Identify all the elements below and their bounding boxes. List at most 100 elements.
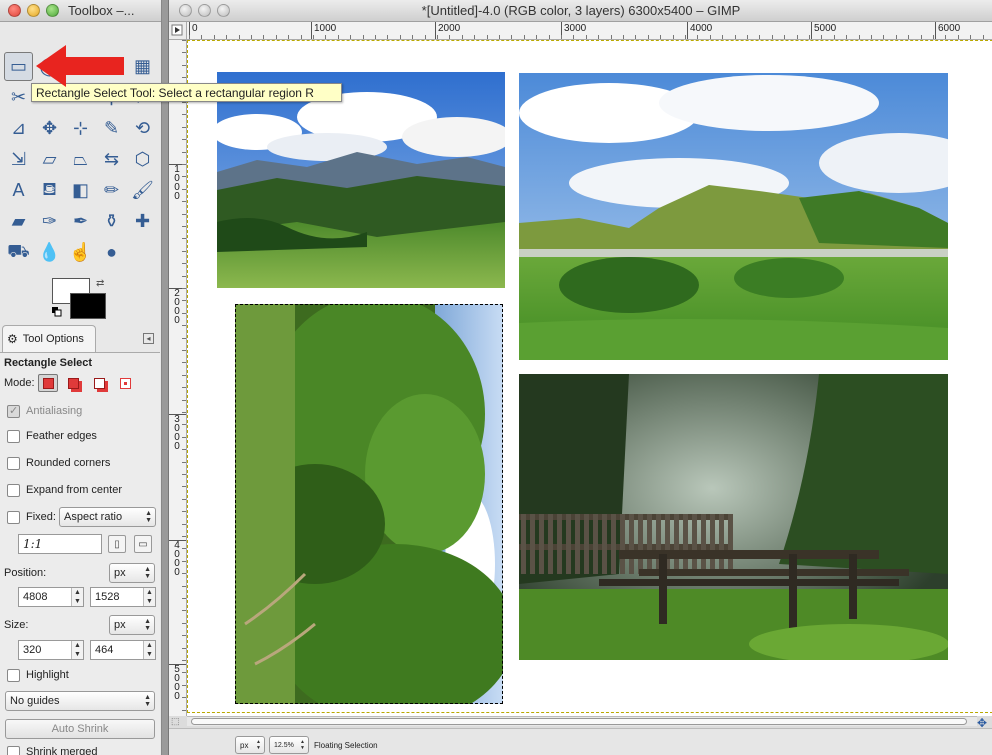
photo-green-hills[interactable] bbox=[519, 73, 948, 360]
shrink-merged-checkbox[interactable] bbox=[7, 746, 20, 755]
minimize-icon[interactable] bbox=[198, 4, 211, 17]
minimize-icon[interactable] bbox=[27, 4, 40, 17]
position-unit-select[interactable]: px ▲ ▼ bbox=[109, 563, 155, 583]
ratio-input[interactable]: 1:1 bbox=[18, 534, 102, 554]
close-icon[interactable] bbox=[179, 4, 192, 17]
ruler-minor-tick bbox=[883, 35, 884, 39]
ink-icon[interactable]: ✒ bbox=[66, 207, 95, 236]
rectangle-selection[interactable] bbox=[235, 304, 503, 704]
paintbrush-icon[interactable]: 🖌 bbox=[128, 176, 157, 205]
guides-select[interactable]: No guides ▲ ▼ bbox=[5, 691, 155, 711]
size-width-input[interactable]: 320 ▲ ▼ bbox=[18, 640, 84, 660]
size-height-input[interactable]: 464 ▲ ▼ bbox=[90, 640, 156, 660]
perspective-icon[interactable]: ⏢ bbox=[66, 145, 95, 174]
auto-shrink-button[interactable]: Auto Shrink bbox=[5, 719, 155, 739]
zoom-window-icon[interactable] bbox=[46, 4, 59, 17]
ruler-minor-tick bbox=[710, 35, 711, 39]
bucket-fill-icon[interactable]: ⛾ bbox=[35, 176, 64, 205]
ruler-minor-tick bbox=[325, 35, 326, 39]
eraser-icon[interactable]: ▰ bbox=[4, 207, 33, 236]
cage-transform-icon[interactable]: ⬡ bbox=[128, 145, 157, 174]
highlight-checkbox[interactable] bbox=[7, 669, 20, 682]
ruler-minor-tick bbox=[182, 610, 186, 611]
landscape-icon[interactable]: ▭ bbox=[134, 535, 152, 553]
ruler-minor-tick bbox=[970, 35, 971, 39]
dodge-burn-icon[interactable]: ● bbox=[97, 238, 126, 267]
mode-replace-button[interactable] bbox=[38, 374, 58, 392]
vertical-ruler[interactable]: 1 0 0 0 2 0 0 0 3 0 0 0 4 0 0 0 5 0 0 0 bbox=[169, 40, 187, 716]
tab-tool-options[interactable]: ⚙ Tool Options bbox=[2, 325, 96, 352]
default-colors-icon[interactable] bbox=[52, 307, 62, 317]
spin-arrows-icon[interactable]: ▲ ▼ bbox=[143, 641, 155, 659]
swap-colors-icon[interactable]: ⇄ bbox=[96, 278, 104, 289]
horizontal-ruler[interactable]: 0 1000 2000 3000 4000 5000 6000 bbox=[187, 22, 992, 40]
move-icon[interactable]: ✥ bbox=[35, 114, 64, 143]
image-canvas[interactable] bbox=[187, 40, 992, 716]
mode-subtract-button[interactable] bbox=[89, 374, 109, 392]
size-unit-select[interactable]: px ▲ ▼ bbox=[109, 615, 155, 635]
crop-icon[interactable]: ✎ bbox=[97, 114, 126, 143]
photo-mountains[interactable] bbox=[217, 72, 505, 288]
fixed-mode-select[interactable]: Aspect ratio ▲ ▼ bbox=[59, 507, 156, 527]
airbrush-icon[interactable]: ✑ bbox=[35, 207, 64, 236]
scale-icon[interactable]: ⇲ bbox=[4, 145, 33, 174]
position-label: Position: bbox=[4, 567, 47, 579]
pencil-icon[interactable]: ✏ bbox=[97, 176, 126, 205]
perspective-clone-icon[interactable]: ⛟ bbox=[4, 238, 33, 267]
scissors-select-icon[interactable]: ✂ bbox=[4, 83, 33, 112]
mode-add-button[interactable] bbox=[63, 374, 83, 392]
blur-icon[interactable]: 💧 bbox=[35, 238, 64, 267]
position-x-input[interactable]: 4808 ▲ ▼ bbox=[18, 587, 84, 607]
ruler-minor-tick bbox=[182, 288, 186, 289]
quick-mask-icon[interactable]: ⬚ bbox=[171, 716, 185, 728]
smudge-icon[interactable]: ☝ bbox=[66, 238, 95, 267]
status-zoom-select[interactable]: 12.5% ▲ ▼ bbox=[269, 736, 309, 754]
rect-select-icon[interactable]: ▭ bbox=[4, 52, 33, 81]
text-icon[interactable]: A bbox=[4, 176, 33, 205]
ruler-label: 4000 bbox=[690, 23, 713, 34]
mode-intersect-button[interactable] bbox=[115, 374, 135, 392]
ruler-minor-tick bbox=[958, 35, 959, 39]
antialiasing-checkbox[interactable] bbox=[7, 404, 20, 418]
status-unit-select[interactable]: px ▲ ▼ bbox=[235, 736, 265, 754]
heal-icon[interactable]: ✚ bbox=[128, 207, 157, 236]
photo-picnic-table[interactable] bbox=[519, 374, 948, 660]
rounded-corners-checkbox[interactable] bbox=[7, 457, 20, 470]
ruler-minor-tick bbox=[425, 35, 426, 39]
fixed-label: Fixed: bbox=[26, 511, 56, 523]
menu-arrow-icon[interactable] bbox=[169, 22, 187, 40]
horizontal-scrollbar[interactable] bbox=[187, 716, 977, 726]
ruler-minor-tick bbox=[449, 35, 450, 39]
ruler-minor-tick bbox=[182, 511, 186, 512]
ruler-minor-tick bbox=[226, 35, 227, 39]
spin-arrows-icon[interactable]: ▲ ▼ bbox=[143, 588, 155, 606]
measure-icon[interactable]: ⊿ bbox=[4, 114, 33, 143]
ruler-minor-tick bbox=[573, 35, 574, 39]
scrollbar-thumb[interactable] bbox=[191, 718, 967, 725]
navigate-icon[interactable]: ✥ bbox=[977, 716, 992, 730]
expand-from-center-checkbox[interactable] bbox=[7, 484, 20, 497]
ruler-minor-tick bbox=[182, 536, 186, 537]
ruler-minor-tick bbox=[182, 201, 186, 202]
fixed-checkbox[interactable] bbox=[7, 511, 20, 524]
ruler-minor-tick bbox=[586, 35, 587, 39]
portrait-icon[interactable]: ▯ bbox=[108, 535, 126, 553]
flip-icon[interactable]: ⇆ bbox=[97, 145, 126, 174]
spin-arrows-icon[interactable]: ▲ ▼ bbox=[71, 588, 83, 606]
tab-menu-icon[interactable]: ◂ bbox=[143, 333, 154, 344]
ruler-minor-tick bbox=[182, 710, 186, 711]
background-color-swatch[interactable] bbox=[70, 293, 106, 319]
close-icon[interactable] bbox=[8, 4, 21, 17]
ruler-minor-tick bbox=[363, 35, 364, 39]
shear-icon[interactable]: ▱ bbox=[35, 145, 64, 174]
spin-arrows-icon[interactable]: ▲ ▼ bbox=[71, 641, 83, 659]
align-icon[interactable]: ⊹ bbox=[66, 114, 95, 143]
ruler-minor-tick bbox=[412, 35, 413, 39]
rotate-icon[interactable]: ⟲ bbox=[128, 114, 157, 143]
position-y-input[interactable]: 1528 ▲ ▼ bbox=[90, 587, 156, 607]
clone-icon[interactable]: ⚱ bbox=[97, 207, 126, 236]
select-by-color-icon[interactable]: ▦ bbox=[128, 52, 157, 81]
blend-icon[interactable]: ◧ bbox=[66, 176, 95, 205]
zoom-window-icon[interactable] bbox=[217, 4, 230, 17]
feather-edges-checkbox[interactable] bbox=[7, 430, 20, 443]
